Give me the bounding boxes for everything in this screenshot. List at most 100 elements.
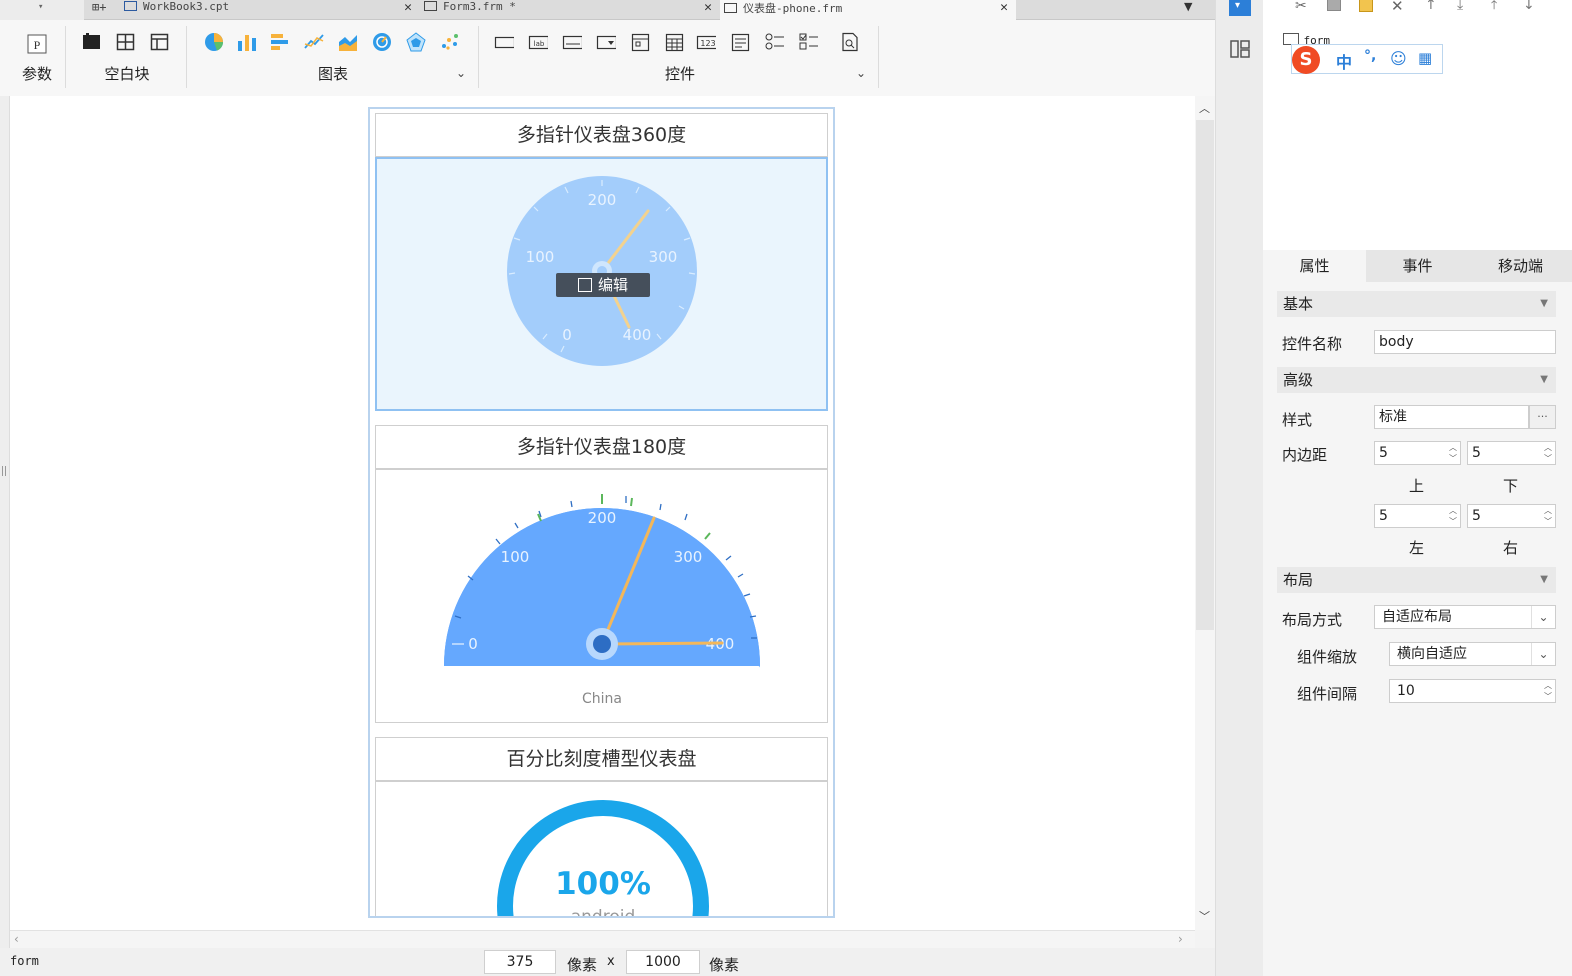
- tab-dropdown[interactable]: ▾: [0, 0, 84, 20]
- move-up-icon[interactable]: ↑: [1425, 0, 1437, 13]
- query-button-icon[interactable]: [840, 32, 860, 52]
- height-input[interactable]: 1000: [626, 950, 700, 974]
- ring-gauge-widget[interactable]: 100% android: [375, 781, 828, 916]
- padding-bottom-input[interactable]: 5 ︿ ﹀: [1467, 441, 1556, 465]
- horizontal-bar-icon[interactable]: [270, 32, 290, 52]
- scroll-down-icon[interactable]: ﹀: [1199, 908, 1210, 924]
- gauge-chart-icon[interactable]: [372, 32, 392, 52]
- tab-mobile[interactable]: 移动端: [1469, 250, 1572, 282]
- label-widget-icon[interactable]: lab: [528, 32, 548, 52]
- ime-punct-label[interactable]: °,: [1364, 48, 1376, 64]
- padding-top-input[interactable]: 5 ︿ ﹀: [1374, 441, 1461, 465]
- radio-group-icon[interactable]: [764, 32, 784, 52]
- parameter-icon[interactable]: P: [27, 34, 47, 54]
- spinner-icon[interactable]: ︿ ﹀: [1541, 505, 1555, 527]
- toolbar-group-params[interactable]: P 参数: [12, 20, 62, 90]
- spinner-icon[interactable]: ︿ ﹀: [1446, 505, 1460, 527]
- move-bottom-icon[interactable]: ↓: [1523, 0, 1535, 13]
- scroll-right-icon[interactable]: ›: [1178, 932, 1183, 946]
- cut-icon[interactable]: ✂: [1295, 0, 1307, 14]
- number-widget-icon[interactable]: 123: [696, 32, 716, 52]
- spinner-icon[interactable]: ︿ ﹀: [1541, 442, 1555, 464]
- widget-title[interactable]: 百分比刻度槽型仪表盘: [375, 737, 828, 781]
- textarea-widget-icon[interactable]: [730, 32, 750, 52]
- grid-layout-icon[interactable]: [116, 32, 136, 52]
- horizontal-scrollbar[interactable]: ‹ ›: [10, 930, 1195, 948]
- svg-text:lab: lab: [534, 40, 545, 48]
- section-layout[interactable]: 布局 ▼: [1277, 567, 1556, 593]
- phone-form-frame[interactable]: 多指针仪表盘360度 200 100 300 0 400 编辑 多指针仪表盘18…: [368, 107, 835, 918]
- add-tab-icon: ⊞+: [92, 0, 107, 14]
- padding-right-label: 右: [1503, 539, 1519, 557]
- spinner-icon[interactable]: ︿ ﹀: [1446, 442, 1460, 464]
- tab-workbook3[interactable]: WorkBook3.cpt ✕: [120, 0, 420, 20]
- scroll-left-icon[interactable]: ‹: [14, 932, 19, 946]
- delete-icon[interactable]: ✕: [1391, 0, 1404, 15]
- tab-properties[interactable]: 属性: [1263, 250, 1366, 282]
- scale-select[interactable]: 横向自适应 ⌄: [1389, 642, 1556, 666]
- section-basic[interactable]: 基本 ▼: [1277, 291, 1556, 317]
- layout-mode-select[interactable]: 自适应布局 ⌄: [1374, 605, 1556, 629]
- scatter-chart-icon[interactable]: [440, 32, 460, 52]
- close-icon[interactable]: ✕: [704, 0, 712, 15]
- radar-chart-icon[interactable]: [406, 32, 426, 52]
- gauge-tick-label: 100: [526, 248, 555, 266]
- gauge-180-widget[interactable]: 200 100 300 0 400 China: [375, 469, 828, 723]
- gauge-360-widget[interactable]: 200 100 300 0 400 编辑: [375, 157, 828, 411]
- line-chart-icon[interactable]: [304, 32, 324, 52]
- copy-icon[interactable]: [1327, 0, 1341, 11]
- ime-toolbar[interactable]: S 中 °, ☺ ▦: [1291, 44, 1443, 74]
- padding-label: 内边距: [1282, 446, 1328, 464]
- unit-label: 像素: [567, 956, 598, 974]
- tab-layout-icon[interactable]: [150, 32, 170, 52]
- edit-button[interactable]: 编辑: [556, 273, 650, 297]
- width-input[interactable]: 375: [484, 950, 556, 974]
- drag-handle-icon[interactable]: [2, 466, 6, 476]
- close-icon[interactable]: ✕: [404, 0, 412, 15]
- ime-lang-label[interactable]: 中: [1336, 49, 1352, 73]
- move-down-icon[interactable]: ⤓: [1457, 0, 1463, 13]
- button-widget-icon[interactable]: [494, 32, 514, 52]
- section-label: 高级: [1283, 371, 1314, 389]
- move-top-icon[interactable]: ⤒: [1491, 0, 1497, 13]
- gap-value: 10: [1397, 683, 1415, 699]
- gap-input[interactable]: 10 ︿ ﹀: [1389, 679, 1556, 703]
- section-advanced[interactable]: 高级 ▼: [1277, 367, 1556, 393]
- tab-dashboard-phone[interactable]: 仪表盘-phone.frm ✕: [720, 0, 1016, 20]
- text-input-icon[interactable]: [562, 32, 582, 52]
- paste-icon[interactable]: [1359, 0, 1373, 12]
- style-label: 样式: [1282, 411, 1313, 429]
- tab-form3[interactable]: Form3.frm * ✕: [420, 0, 720, 20]
- left-collapse-strip[interactable]: [0, 96, 10, 974]
- widget-name-input[interactable]: body: [1374, 330, 1556, 354]
- date-widget-icon[interactable]: [630, 32, 650, 52]
- calendar-widget-icon[interactable]: [664, 32, 684, 52]
- vertical-scroll-thumb[interactable]: [1196, 120, 1214, 630]
- pie-chart-icon[interactable]: [204, 32, 224, 52]
- tab-list-icon[interactable]: ▼: [1184, 0, 1192, 13]
- spinner-icon[interactable]: ︿ ﹀: [1541, 680, 1555, 702]
- checkbox-group-icon[interactable]: [798, 32, 818, 52]
- padding-right-input[interactable]: 5 ︿ ﹀: [1467, 504, 1556, 528]
- chevron-down-icon[interactable]: ⌄: [456, 66, 466, 80]
- close-icon[interactable]: ✕: [1000, 0, 1008, 15]
- ime-menu-icon[interactable]: ▦: [1418, 49, 1432, 67]
- widget-tree-panel: ✂ ✕ ↑ ⤓ ⤒ ↓ form S 中 °, ☺ ▦: [1263, 0, 1572, 250]
- new-tab-button[interactable]: ⊞+: [88, 0, 116, 20]
- layout-panel-icon[interactable]: [1230, 40, 1250, 58]
- style-input[interactable]: 标准: [1374, 405, 1529, 429]
- widget-title[interactable]: 多指针仪表盘360度: [375, 113, 828, 157]
- combobox-widget-icon[interactable]: [596, 32, 616, 52]
- tab-events[interactable]: 事件: [1366, 250, 1469, 282]
- emoji-icon[interactable]: ☺: [1390, 49, 1407, 68]
- area-chart-icon[interactable]: [338, 32, 358, 52]
- bar-chart-icon[interactable]: [237, 32, 257, 52]
- chevron-down-icon[interactable]: ⌄: [856, 66, 866, 80]
- widget-tree-toggle[interactable]: ▾: [1229, 0, 1251, 16]
- gauge-pointer: [600, 641, 724, 646]
- padding-left-input[interactable]: 5 ︿ ﹀: [1374, 504, 1461, 528]
- widget-title[interactable]: 多指针仪表盘180度: [375, 425, 828, 469]
- style-more-button[interactable]: ···: [1529, 405, 1556, 429]
- scroll-up-icon[interactable]: ︿: [1199, 100, 1210, 116]
- blank-block-icon[interactable]: [82, 32, 102, 52]
